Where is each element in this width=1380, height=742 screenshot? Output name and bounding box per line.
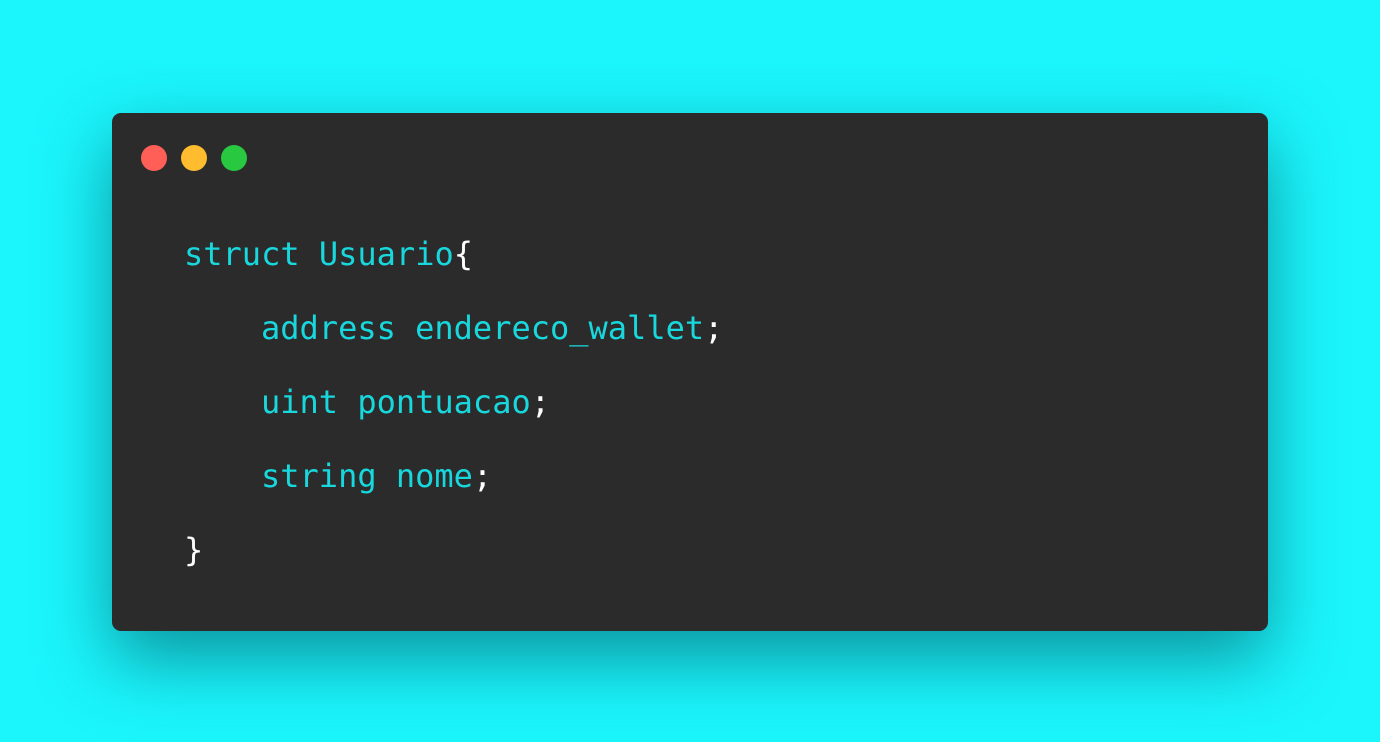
code-token-open-brace: { xyxy=(453,235,473,273)
window-controls xyxy=(141,145,247,171)
code-token-field-endereco-wallet: endereco_wallet xyxy=(415,309,705,347)
code-token-semicolon: ; xyxy=(472,457,493,495)
code-block: struct Usuario{ address endereco_wallet;… xyxy=(184,217,723,569)
code-token-field-nome: nome xyxy=(395,457,473,495)
maximize-dot-icon[interactable] xyxy=(221,145,247,171)
code-token-close-brace: } xyxy=(184,531,204,569)
code-token-type-address: address xyxy=(261,309,396,347)
code-line-close-brace: } xyxy=(184,513,203,587)
code-token-struct-name: Usuario xyxy=(318,235,454,273)
minimize-dot-icon[interactable] xyxy=(181,145,207,171)
code-token-type-string: string xyxy=(261,457,377,495)
code-token-field-pontuacao: pontuacao xyxy=(357,383,531,421)
code-line-string-field: string nome; xyxy=(184,439,492,513)
code-token-semicolon: ; xyxy=(704,309,724,347)
code-window: struct Usuario{ address endereco_wallet;… xyxy=(112,113,1268,631)
code-line-struct-declaration: struct Usuario{ xyxy=(184,217,473,291)
code-token-type-uint: uint xyxy=(261,383,339,421)
code-token-semicolon: ; xyxy=(530,383,550,421)
close-dot-icon[interactable] xyxy=(141,145,167,171)
code-line-uint-field: uint pontuacao; xyxy=(184,365,550,439)
code-token-keyword-struct: struct xyxy=(184,235,300,273)
code-line-address-field: address endereco_wallet; xyxy=(184,291,723,365)
